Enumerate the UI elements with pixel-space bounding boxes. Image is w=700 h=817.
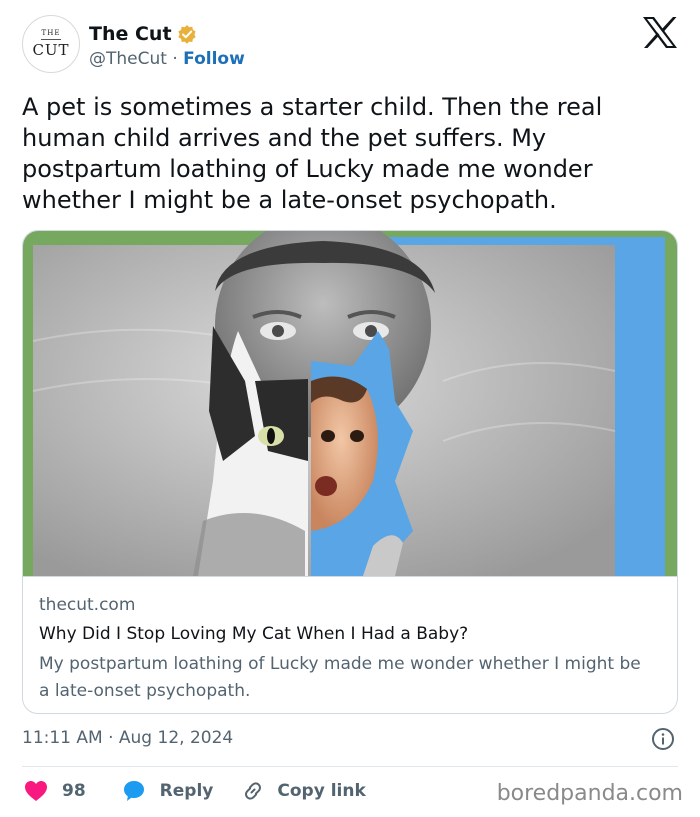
reply-button[interactable]: Reply <box>122 779 214 803</box>
handle-separator: · <box>172 49 178 69</box>
avatar-logo-bottom: CUT <box>32 41 70 59</box>
card-description: My postpartum loathing of Lucky made me … <box>39 654 641 701</box>
card-text-area[interactable]: thecut.com Why Did I Stop Loving My Cat … <box>23 576 677 713</box>
like-button[interactable]: 98 <box>24 780 86 802</box>
avatar[interactable]: THE CUT <box>22 15 80 73</box>
copy-link-button[interactable]: Copy link <box>241 779 366 803</box>
card-domain: thecut.com <box>39 595 136 615</box>
like-count: 98 <box>62 781 86 801</box>
reply-label: Reply <box>159 781 214 801</box>
link-preview-card[interactable]: thecut.com Why Did I Stop Loving My Cat … <box>22 230 678 714</box>
divider <box>22 766 678 767</box>
tweet-header: THE CUT The Cut @TheCut · Follow <box>0 0 700 80</box>
source-watermark: boredpanda.com <box>496 781 683 806</box>
card-image[interactable] <box>23 231 677 576</box>
info-icon[interactable] <box>651 727 675 751</box>
tweet-text: A pet is sometimes a starter child. Then… <box>22 93 603 214</box>
avatar-logo-rule <box>41 39 61 40</box>
handle-row: @TheCut · Follow <box>89 48 245 70</box>
copy-link-label: Copy link <box>277 781 366 801</box>
tweet-timestamp[interactable]: 11:11 AM · Aug 12, 2024 <box>22 727 233 749</box>
handle[interactable]: @TheCut <box>89 49 167 69</box>
display-name[interactable]: The Cut <box>89 22 172 46</box>
display-name-row[interactable]: The Cut <box>89 22 197 46</box>
reply-bubble-icon <box>122 779 146 803</box>
follow-link[interactable]: Follow <box>183 49 245 69</box>
card-title: Why Did I Stop Loving My Cat When I Had … <box>39 624 469 644</box>
heart-icon <box>24 780 48 802</box>
verified-badge-icon <box>177 24 197 44</box>
action-bar: 98 Reply Copy link <box>22 776 366 806</box>
avatar-logo-top: THE <box>41 29 61 37</box>
x-logo-icon[interactable] <box>642 16 678 49</box>
link-icon <box>241 779 265 803</box>
